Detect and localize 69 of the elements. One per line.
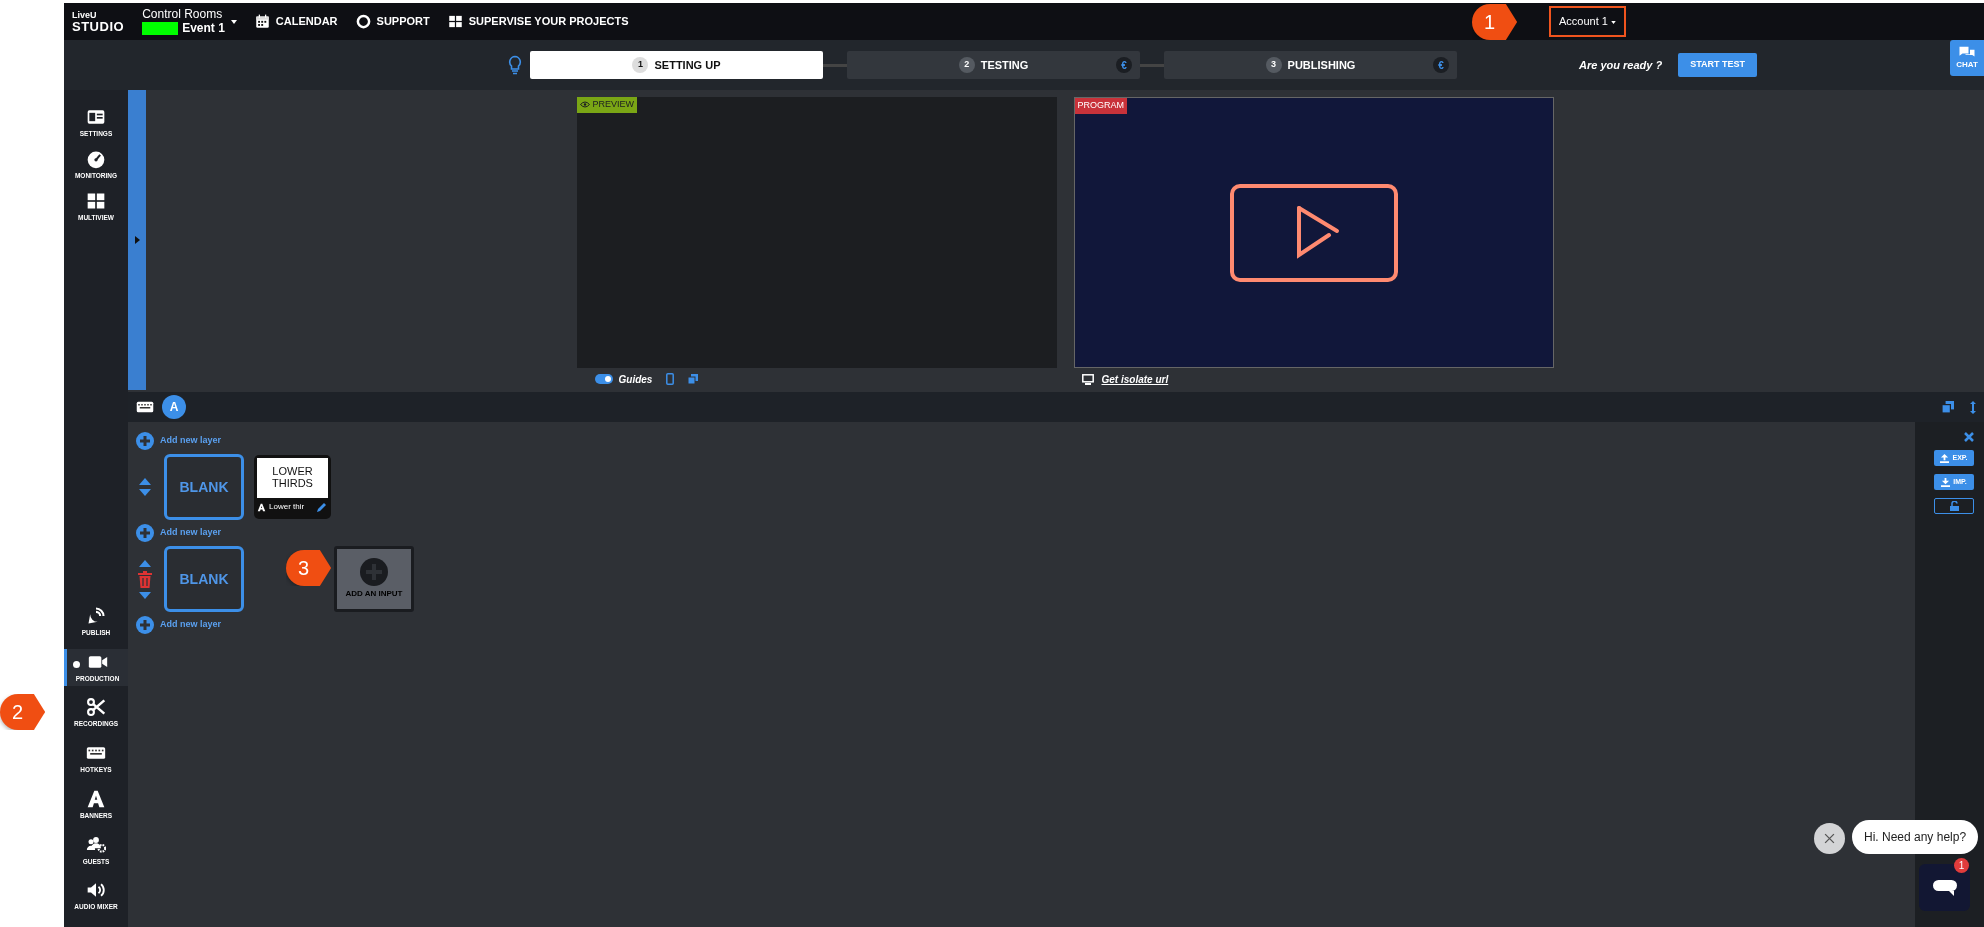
rooms-label: Control Rooms: [142, 8, 224, 22]
lightbulb-icon: [508, 55, 522, 75]
step-tab[interactable]: 1 SETTING UP: [530, 51, 823, 79]
graphic-thumbnail: LOWER THIRDS: [257, 458, 328, 498]
caret-icon: [1611, 20, 1616, 24]
event-name: Event 1: [182, 21, 225, 35]
lower-thirds-card[interactable]: LOWER THIRDS Lower thir: [254, 455, 331, 519]
logo-text: LiveU: [72, 10, 98, 20]
download-icon: [1941, 477, 1951, 487]
letter-a-icon: [86, 788, 106, 809]
nav-link[interactable]: SUPERVISE YOUR PROJECTS: [447, 13, 629, 30]
letter-a-icon: [257, 502, 266, 512]
caret-icon: [230, 19, 237, 24]
arrow-up-icon: [139, 559, 151, 567]
close-icon: [1964, 432, 1974, 442]
isolate-url-link[interactable]: Get isolate url: [1101, 371, 1169, 387]
step-tab[interactable]: 3 PUBLISHING €: [1164, 51, 1457, 79]
arrow-down-icon: [139, 591, 151, 599]
calendar-icon: [254, 14, 270, 29]
chat-bubble-icon: [1932, 880, 1957, 897]
event-color-swatch: [142, 21, 179, 35]
arrow-up-icon: [139, 478, 151, 485]
nav-link[interactable]: CALENDAR: [254, 13, 338, 30]
lifebuoy-icon: [355, 14, 371, 29]
preview-tag: PREVIEW: [576, 97, 637, 113]
trash-icon: [138, 570, 152, 588]
eye-icon: [579, 101, 590, 109]
lock-button[interactable]: [1934, 498, 1974, 514]
collapse-handle[interactable]: [128, 90, 146, 390]
caret-right-icon: [134, 236, 140, 244]
ready-prompt: Are you ready ?: [1579, 57, 1663, 73]
blank-layer-tile[interactable]: BLANK: [164, 454, 244, 520]
add-layer-link[interactable]: Add new layer: [136, 432, 222, 450]
graphic-caption: Lower thir: [269, 501, 305, 513]
account-dropdown[interactable]: Account 1: [1549, 6, 1626, 37]
monitor-icon: [1081, 373, 1094, 385]
currency-badge: €: [1116, 57, 1132, 73]
nav-link[interactable]: SUPPORT: [355, 13, 430, 30]
upload-icon: [1940, 453, 1950, 463]
program-tag: PROGRAM: [1074, 98, 1127, 114]
step-tab[interactable]: 2 TESTING €: [847, 51, 1140, 79]
plus-circle-icon: [136, 524, 154, 542]
plus-circle-icon: [136, 432, 154, 450]
chat-bubbles-icon: [1958, 45, 1976, 59]
help-message: Hi. Need any help?: [1852, 820, 1979, 854]
active-dot: [73, 660, 80, 668]
people-gear-icon: [86, 834, 106, 855]
pencil-icon: [316, 501, 328, 513]
vertical-arrows-icon: [1970, 400, 1976, 414]
scissors-icon: [86, 697, 106, 718]
logo-text: STUDIO: [72, 19, 125, 33]
unlock-icon: [1949, 501, 1959, 511]
copy-icon: [1942, 401, 1954, 413]
phone-icon: [666, 373, 675, 385]
settings-icon: [86, 107, 106, 127]
callout-marker: 2: [0, 694, 46, 730]
plus-circle-icon: [136, 616, 154, 634]
plus-circle-icon: [360, 558, 388, 586]
guides-label: Guides: [618, 372, 653, 387]
add-layer-link[interactable]: Add new layer: [136, 524, 222, 542]
copy-icon: [688, 374, 699, 384]
arrow-down-icon: [139, 489, 151, 496]
currency-badge: €: [1433, 57, 1449, 73]
close-icon: [1824, 833, 1835, 844]
satellite-dish-icon: [86, 605, 106, 626]
add-layer-link[interactable]: Add new layer: [136, 616, 222, 634]
guides-toggle[interactable]: [594, 374, 613, 384]
grid-icon: [447, 14, 463, 29]
blank-layer-tile[interactable]: BLANK: [164, 546, 244, 612]
